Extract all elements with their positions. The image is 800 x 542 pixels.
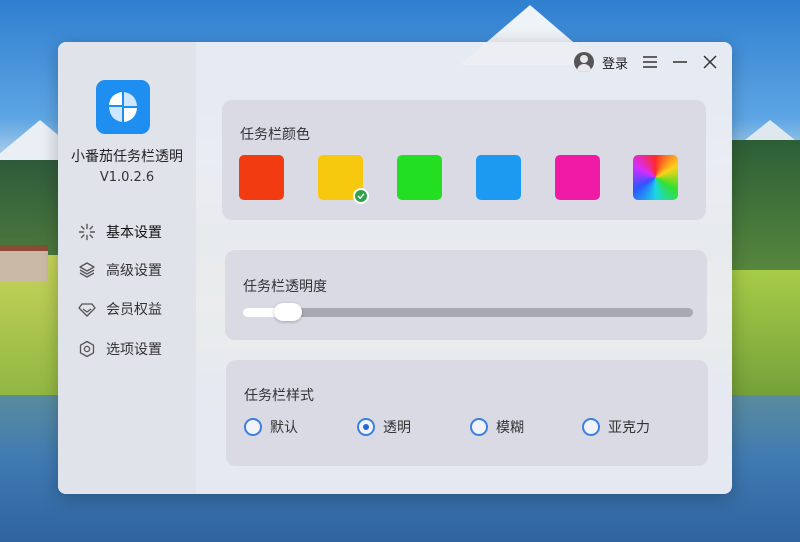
- radio-circle: [357, 418, 375, 436]
- sidebar-item-label: 基本设置: [106, 225, 162, 241]
- taskbar-transparency-card: 任务栏透明度: [225, 250, 707, 340]
- radio-circle: [582, 418, 600, 436]
- sidebar-item-options[interactable]: 选项设置: [78, 335, 196, 363]
- color-swatch-red[interactable]: [239, 155, 284, 200]
- app-logo-icon: [96, 80, 150, 134]
- close-icon: [703, 55, 717, 69]
- taskbar-style-title: 任务栏样式: [244, 388, 314, 404]
- radio-label: 亚克力: [608, 420, 650, 436]
- check-icon: [353, 188, 369, 204]
- taskbar-color-card: 任务栏颜色: [222, 100, 706, 220]
- radio-selected-dot: [363, 424, 369, 430]
- menu-button[interactable]: [642, 54, 658, 70]
- radio-circle: [470, 418, 488, 436]
- sparkle-icon: [78, 223, 96, 241]
- transparency-slider[interactable]: [243, 303, 693, 321]
- minimize-icon: [673, 61, 687, 63]
- radio-circle: [244, 418, 262, 436]
- sidebar-item-advanced-settings[interactable]: 高级设置: [78, 256, 196, 284]
- app-version: V1.0.2.6: [99, 170, 155, 185]
- minimize-button[interactable]: [672, 54, 688, 70]
- color-swatch-magenta[interactable]: [555, 155, 600, 200]
- diamond-icon: [78, 303, 96, 317]
- app-window: 小番茄任务栏透明 V1.0.2.6 基本设置 高级设置 会员权益 选项设置 登录…: [58, 42, 732, 494]
- login-label: 登录: [601, 56, 628, 72]
- taskbar-style-card: 任务栏样式 默认 透明 模糊 亚克力: [226, 360, 708, 466]
- sidebar-item-label: 选项设置: [106, 342, 162, 358]
- color-swatch-custom-rainbow[interactable]: [633, 155, 678, 200]
- menu-icon: [643, 56, 657, 68]
- radio-label: 默认: [270, 420, 298, 436]
- layers-icon: [79, 262, 95, 278]
- house: [0, 245, 48, 281]
- style-option-default[interactable]: 默认: [244, 417, 298, 437]
- taskbar-transparency-title: 任务栏透明度: [243, 279, 327, 295]
- radio-label: 透明: [383, 420, 411, 436]
- color-swatch-yellow[interactable]: [318, 155, 369, 204]
- login-button[interactable]: 登录: [573, 52, 628, 72]
- slider-thumb[interactable]: [274, 303, 302, 321]
- color-swatch-blue[interactable]: [476, 155, 521, 200]
- color-swatch-green[interactable]: [397, 155, 442, 200]
- forest-right: [730, 140, 800, 280]
- radio-label: 模糊: [496, 420, 524, 436]
- sidebar-item-membership[interactable]: 会员权益: [78, 295, 196, 323]
- sidebar: 小番茄任务栏透明 V1.0.2.6 基本设置 高级设置 会员权益 选项设置: [58, 42, 196, 494]
- sidebar-item-label: 高级设置: [106, 263, 162, 279]
- sidebar-item-basic-settings[interactable]: 基本设置: [78, 218, 196, 246]
- style-option-transparent[interactable]: 透明: [357, 417, 411, 437]
- style-option-blur[interactable]: 模糊: [470, 417, 524, 437]
- style-option-acrylic[interactable]: 亚克力: [582, 417, 650, 437]
- taskbar-color-title: 任务栏颜色: [240, 127, 310, 143]
- hexagon-icon: [79, 340, 95, 358]
- meadow-right: [730, 270, 800, 410]
- close-button[interactable]: [702, 54, 718, 70]
- avatar-icon: [573, 52, 594, 72]
- titlebar: 登录: [573, 50, 718, 74]
- app-name: 小番茄任务栏透明: [71, 149, 183, 165]
- sidebar-item-label: 会员权益: [106, 302, 162, 318]
